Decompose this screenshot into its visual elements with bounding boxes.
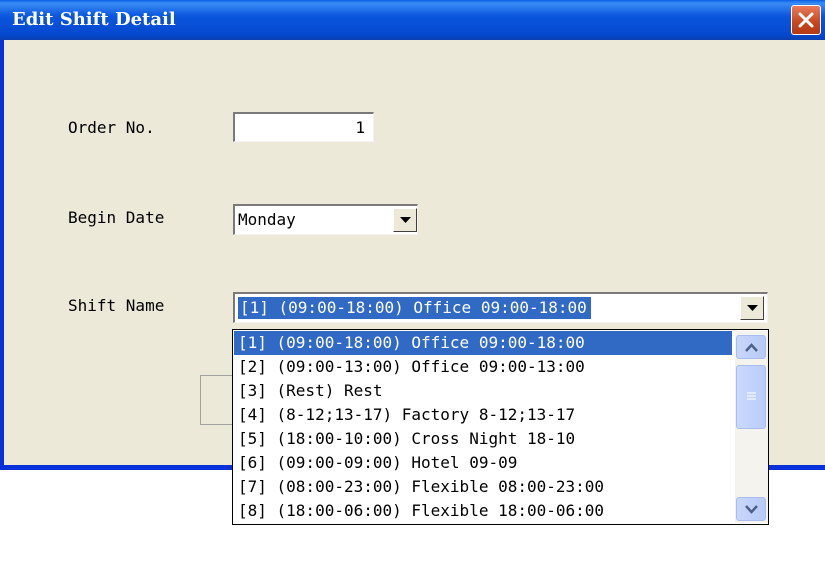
list-item[interactable]: [7] (08:00-23:00) Flexible 08:00-23:00 [234, 475, 732, 499]
begin-date-label: Begin Date [68, 208, 165, 227]
shift-name-dropdown-button[interactable] [740, 296, 764, 320]
scroll-down-button[interactable] [736, 497, 766, 521]
begin-date-select[interactable]: Monday [233, 204, 418, 235]
grip-icon [747, 392, 756, 400]
dialog-title: Edit Shift Detail [12, 9, 176, 30]
list-item[interactable]: [4] (8-12;13-17) Factory 8-12;13-17 [234, 403, 732, 427]
chevron-down-icon [747, 305, 758, 311]
list-item[interactable]: [3] (Rest) Rest [234, 379, 732, 403]
arrow-up-icon [745, 343, 758, 352]
arrow-down-icon [745, 505, 758, 514]
chevron-down-icon [400, 217, 411, 223]
begin-date-value: Monday [238, 210, 296, 229]
begin-date-dropdown-button[interactable] [393, 208, 417, 232]
list-item[interactable]: [1] (09:00-18:00) Office 09:00-18:00 [234, 331, 732, 355]
list-item[interactable]: [5] (18:00-10:00) Cross Night 18-10 [234, 427, 732, 451]
scroll-up-button[interactable] [736, 335, 766, 359]
shift-name-dropdown-list[interactable]: [1] (09:00-18:00) Office 09:00-18:00 [2]… [232, 329, 769, 525]
window-border-left [0, 40, 4, 470]
list-item[interactable]: [2] (09:00-13:00) Office 09:00-13:00 [234, 355, 732, 379]
shift-name-value: [1] (09:00-18:00) Office 09:00-18:00 [238, 297, 591, 319]
order-no-label: Order No. [68, 118, 155, 137]
shift-name-label: Shift Name [68, 296, 165, 315]
shift-name-select[interactable]: [1] (09:00-18:00) Office 09:00-18:00 [233, 292, 768, 323]
scroll-thumb[interactable] [736, 365, 766, 429]
list-scrollbar[interactable] [735, 331, 768, 523]
close-icon [798, 12, 814, 28]
close-button[interactable] [791, 5, 821, 35]
order-no-input[interactable]: 1 [233, 112, 374, 142]
list-item[interactable]: [6] (09:00-09:00) Hotel 09-09 [234, 451, 732, 475]
title-bar[interactable]: Edit Shift Detail [0, 0, 825, 40]
partially-hidden-button[interactable] [200, 375, 236, 425]
list-item[interactable]: [8] (18:00-06:00) Flexible 18:00-06:00 [234, 499, 732, 523]
